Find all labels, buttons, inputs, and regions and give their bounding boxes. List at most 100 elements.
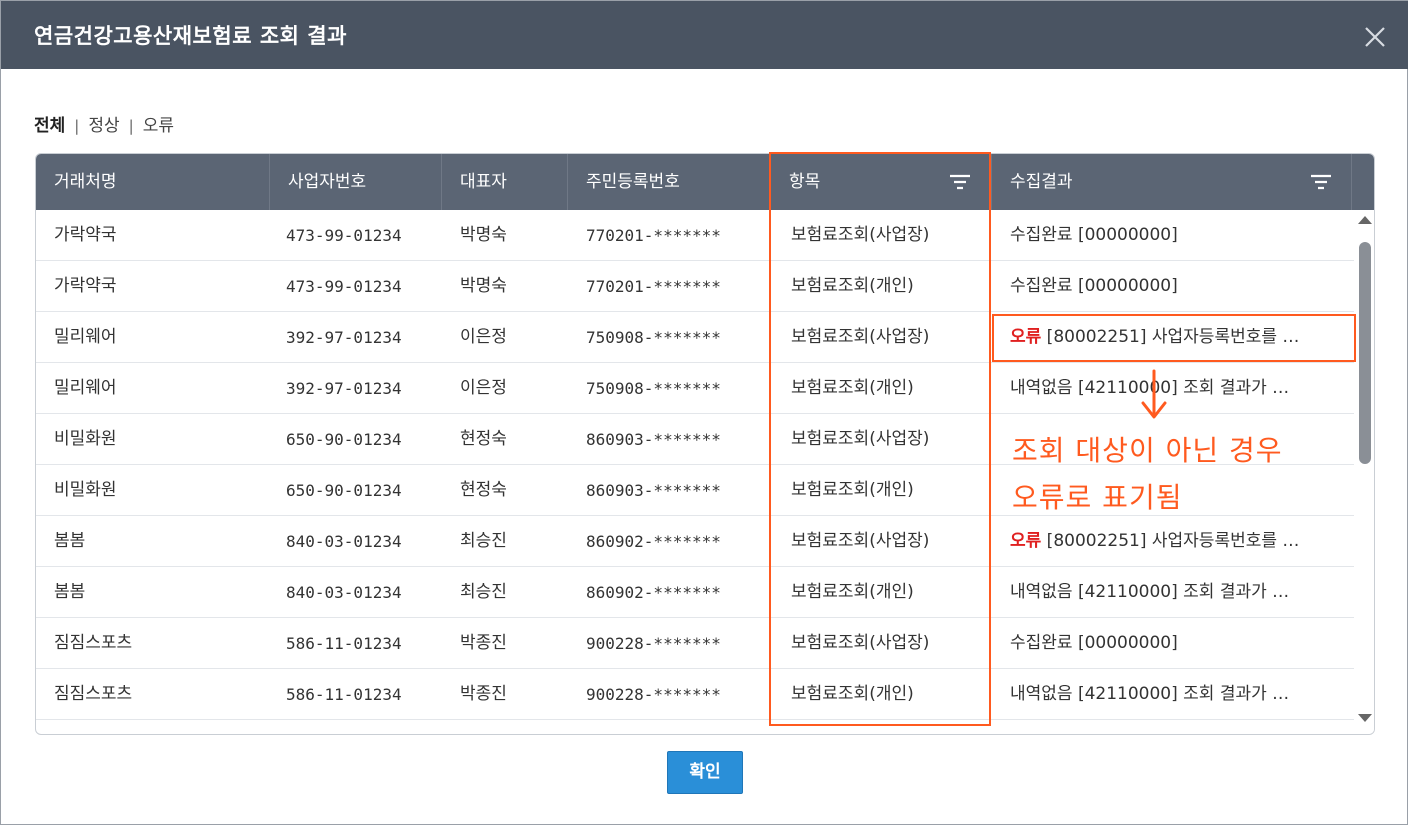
- filter-tabs: 전체 | 정상 | 오류: [34, 111, 174, 136]
- table-row[interactable]: 가락약국 473-99-01234 박명숙 770201-******* 보험료조회(사…: [36, 210, 1354, 261]
- cell-name: 봄봄: [54, 582, 86, 602]
- cell-ceo: 이은정: [460, 327, 507, 347]
- cell-name: 가락약국: [54, 276, 117, 296]
- filter-icon[interactable]: [1310, 174, 1332, 190]
- result-text: [80002251] 사업자등록번호를 …: [1041, 531, 1300, 551]
- cell-rrn: 860903-*******: [586, 430, 721, 449]
- cell-result: 수집완료 [00000000]: [1010, 261, 1350, 312]
- cell-ceo: 현정숙: [460, 480, 507, 500]
- table-row[interactable]: 봄봄 840-03-01234 최승진 860902-******* 보험료조회(개인)…: [36, 567, 1354, 618]
- arrow-down-icon: [1141, 369, 1167, 419]
- cell-result: 수집완료 [00000000]: [1010, 210, 1350, 261]
- cell-ceo: 박명숙: [460, 276, 507, 296]
- result-text: 수집완료 [00000000]: [1010, 276, 1178, 296]
- tab-separator: |: [74, 117, 80, 135]
- col-header-result-label: 수집결과: [1010, 172, 1073, 192]
- cell-item: 보험료조회(개인): [791, 582, 914, 602]
- cell-rrn: 750908-*******: [586, 328, 721, 347]
- filter-tab-error[interactable]: 오류: [143, 111, 174, 136]
- result-text: 수집완료 [00000000]: [1010, 225, 1178, 245]
- cell-name: 밀리웨어: [54, 378, 117, 398]
- col-header-item-label: 항목: [789, 172, 821, 192]
- cell-name: 가락약국: [54, 225, 117, 245]
- filter-tab-normal[interactable]: 정상: [88, 111, 119, 136]
- cell-bizno: 473-99-01234: [286, 226, 402, 245]
- table-header: 거래처명 사업자번호 대표자 주민등록번호 항목 수집결과: [36, 154, 1374, 210]
- error-status: 오류: [1010, 531, 1042, 551]
- cell-name: 밀리웨어: [54, 327, 117, 347]
- scroll-down-icon[interactable]: [1358, 714, 1372, 722]
- cell-ceo: 최승진: [460, 531, 507, 551]
- ok-button[interactable]: 확인: [667, 751, 743, 794]
- cell-ceo: 박종진: [460, 684, 507, 704]
- cell-bizno: 840-03-01234: [286, 532, 402, 551]
- col-header-rrn[interactable]: 주민등록번호: [568, 154, 771, 210]
- cell-rrn: 750908-*******: [586, 379, 721, 398]
- filter-tab-all[interactable]: 전체: [34, 111, 65, 136]
- cell-bizno: 650-90-01234: [286, 430, 402, 449]
- table-row[interactable]: 짐짐스포츠 586-11-01234 박종진 900228-******* 보험료조회(…: [36, 618, 1354, 669]
- cell-item: 보험료조회(사업장): [791, 633, 930, 653]
- result-text: 수집완료 [00000000]: [1010, 633, 1178, 653]
- col-header-result[interactable]: 수집결과: [992, 154, 1352, 210]
- cell-ceo: 현정숙: [460, 429, 507, 449]
- cell-ceo: 박명숙: [460, 225, 507, 245]
- cell-rrn: 770201-*******: [586, 277, 721, 296]
- cell-rrn: 900228-*******: [586, 634, 721, 653]
- col-header-ceo[interactable]: 대표자: [442, 154, 568, 210]
- tab-separator: |: [128, 117, 134, 135]
- cell-name: 봄봄: [54, 531, 86, 551]
- cell-ceo: 최승진: [460, 582, 507, 602]
- cell-item: 보험료조회(개인): [791, 276, 914, 296]
- col-header-item[interactable]: 항목: [771, 154, 992, 210]
- cell-result: 내역없음 [42110000] 조회 결과가 …: [1010, 363, 1350, 414]
- result-text: 내역없음 [42110000] 조회 결과가 …: [1010, 684, 1290, 704]
- cell-item: 보험료조회(사업장): [791, 429, 930, 449]
- cell-rrn: 860902-*******: [586, 532, 721, 551]
- cell-bizno: 650-90-01234: [286, 481, 402, 500]
- cell-bizno: 586-11-01234: [286, 685, 402, 704]
- cell-name: 짐짐스포츠: [54, 633, 133, 653]
- cell-result: 수집완료 [00000000]: [1010, 618, 1350, 669]
- cell-rrn: 900228-*******: [586, 685, 721, 704]
- cell-name: 짐짐스포츠: [54, 684, 133, 704]
- cell-item: 보험료조회(개인): [791, 480, 914, 500]
- cell-item: 보험료조회(사업장): [791, 225, 930, 245]
- cell-bizno: 840-03-01234: [286, 583, 402, 602]
- cell-item: 보험료조회(개인): [791, 378, 914, 398]
- filter-icon[interactable]: [949, 174, 971, 190]
- cell-bizno: 392-97-01234: [286, 328, 402, 347]
- cell-bizno: 473-99-01234: [286, 277, 402, 296]
- table-row[interactable]: 봄봄 840-03-01234 최승진 860902-******* 보험료조회(사업장…: [36, 516, 1354, 567]
- cell-name: 비밀화원: [54, 429, 117, 449]
- cell-ceo: 이은정: [460, 378, 507, 398]
- result-text: [80002251] 사업자등록번호를 …: [1041, 327, 1300, 347]
- cell-ceo: 박종진: [460, 633, 507, 653]
- cell-rrn: 860902-*******: [586, 583, 721, 602]
- table-row[interactable]: 밀리웨어 392-97-01234 이은정 750908-******* 보험료조회(사…: [36, 312, 1354, 363]
- close-icon[interactable]: [1363, 25, 1387, 49]
- vertical-scrollbar[interactable]: [1354, 210, 1374, 734]
- col-header-bizno[interactable]: 사업자번호: [270, 154, 442, 210]
- result-dialog: 연금건강고용산재보험료 조회 결과 전체 | 정상 | 오류 거래처명 사업자번호 대표…: [0, 0, 1408, 825]
- cell-rrn: 770201-*******: [586, 226, 721, 245]
- error-status: 오류: [1010, 327, 1042, 347]
- table-row[interactable]: 짐짐스포츠 586-11-01234 박종진 900228-******* 보험료조회(…: [36, 669, 1354, 720]
- cell-name: 비밀화원: [54, 480, 117, 500]
- cell-item: 보험료조회(사업장): [791, 531, 930, 551]
- cell-result: 오류 [80002251] 사업자등록번호를 …: [1010, 516, 1350, 567]
- annotation-note: 조회 대상이 아닌 경우 오류로 표기됨: [1012, 427, 1283, 521]
- cell-bizno: 392-97-01234: [286, 379, 402, 398]
- dialog-titlebar: 연금건강고용산재보험료 조회 결과: [1, 1, 1408, 69]
- result-text: 내역없음 [42110000] 조회 결과가 …: [1010, 582, 1290, 602]
- cell-item: 보험료조회(개인): [791, 684, 914, 704]
- cell-result: 내역없음 [42110000] 조회 결과가 …: [1010, 567, 1350, 618]
- col-header-name[interactable]: 거래처명: [36, 154, 270, 210]
- annotation-line-1: 조회 대상이 아닌 경우: [1012, 434, 1283, 467]
- scroll-thumb[interactable]: [1359, 242, 1371, 464]
- table-row[interactable]: 가락약국 473-99-01234 박명숙 770201-******* 보험료조회(개…: [36, 261, 1354, 312]
- scroll-up-icon[interactable]: [1358, 216, 1372, 224]
- cell-result: 오류 [80002251] 사업자등록번호를 …: [1010, 312, 1350, 363]
- dialog-title: 연금건강고용산재보험료 조회 결과: [34, 24, 347, 48]
- cell-bizno: 586-11-01234: [286, 634, 402, 653]
